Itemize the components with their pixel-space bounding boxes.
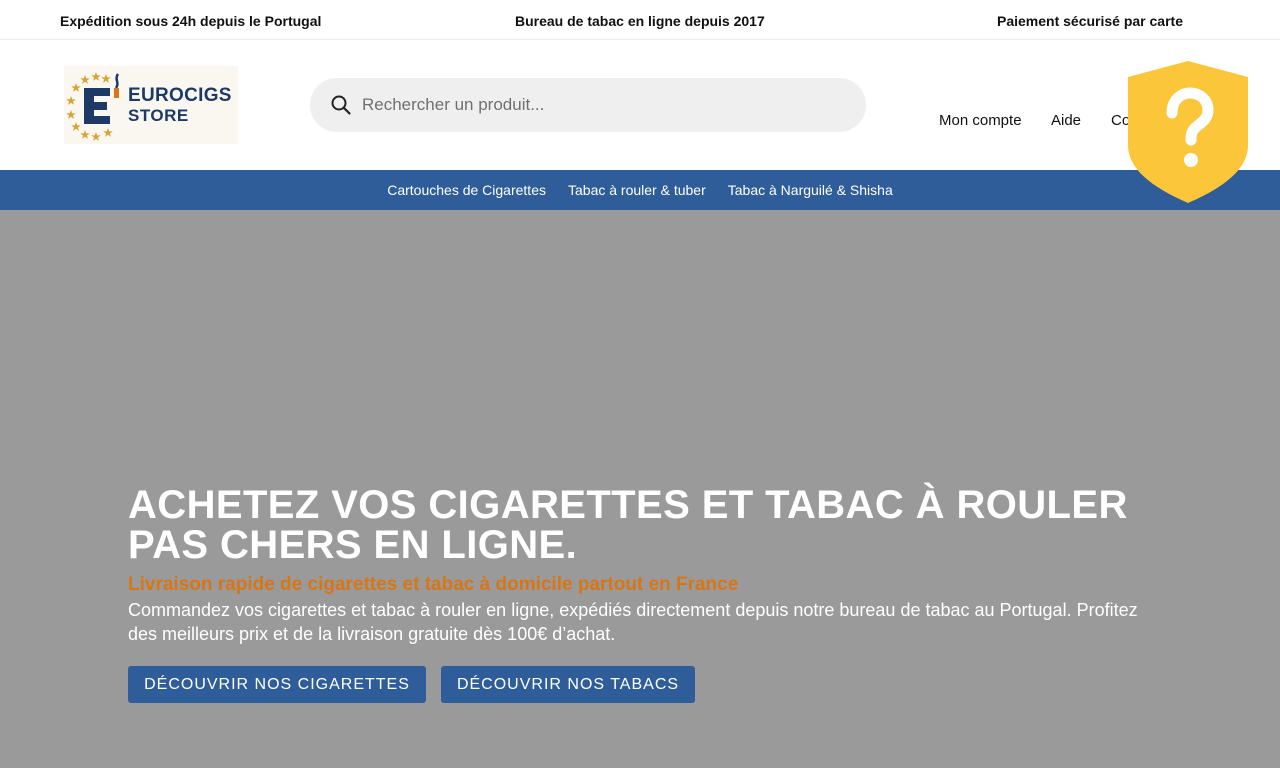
hero-title: ACHETEZ VOS CIGARETTES ET TABAC À ROULER…: [128, 483, 1128, 567]
search-input[interactable]: [362, 95, 842, 115]
nav-help[interactable]: Aide: [1051, 112, 1081, 129]
logo-text: EUROCIGS STORE: [128, 86, 232, 124]
category-shisha-tobacco[interactable]: Tabac à Narguilé & Shisha: [728, 182, 893, 198]
shield-question-icon[interactable]: [1124, 59, 1252, 205]
category-cigarette-cartons[interactable]: Cartouches de Cigarettes: [387, 182, 546, 198]
site-header: EUROCIGS STORE Mon compte Aide Co: [0, 40, 1280, 203]
secure-payment-info: Paiement sécurisé par carte: [997, 13, 1183, 29]
category-rolling-tobacco[interactable]: Tabac à rouler & tuber: [568, 182, 706, 198]
logo-brand-line2: STORE: [128, 106, 189, 125]
eurocigs-logo-icon: [66, 72, 120, 141]
search-icon[interactable]: [330, 94, 352, 116]
store-since-info: Bureau de tabac en ligne depuis 2017: [515, 13, 765, 29]
hero-description: Commandez vos cigarettes et tabac à roul…: [128, 600, 1138, 644]
hero-banner: ACHETEZ VOS CIGARETTES ET TABAC À ROULER…: [0, 210, 1280, 768]
site-logo[interactable]: EUROCIGS STORE: [64, 66, 238, 144]
top-info-bar: Expédition sous 24h depuis le Portugal B…: [0, 0, 1280, 40]
shipping-info: Expédition sous 24h depuis le Portugal: [60, 13, 322, 29]
discover-cigarettes-button[interactable]: DÉCOUVRIR NOS CIGARETTES: [128, 666, 426, 703]
logo-brand-line1: EUROCIGS: [128, 85, 232, 106]
discover-tobacco-button[interactable]: DÉCOUVRIR NOS TABACS: [441, 666, 695, 703]
search-bar: [310, 78, 866, 132]
nav-my-account[interactable]: Mon compte: [939, 112, 1022, 129]
hero-subtitle: Livraison rapide de cigarettes et tabac …: [128, 574, 739, 595]
category-nav: Cartouches de Cigarettes Tabac à rouler …: [0, 170, 1280, 210]
